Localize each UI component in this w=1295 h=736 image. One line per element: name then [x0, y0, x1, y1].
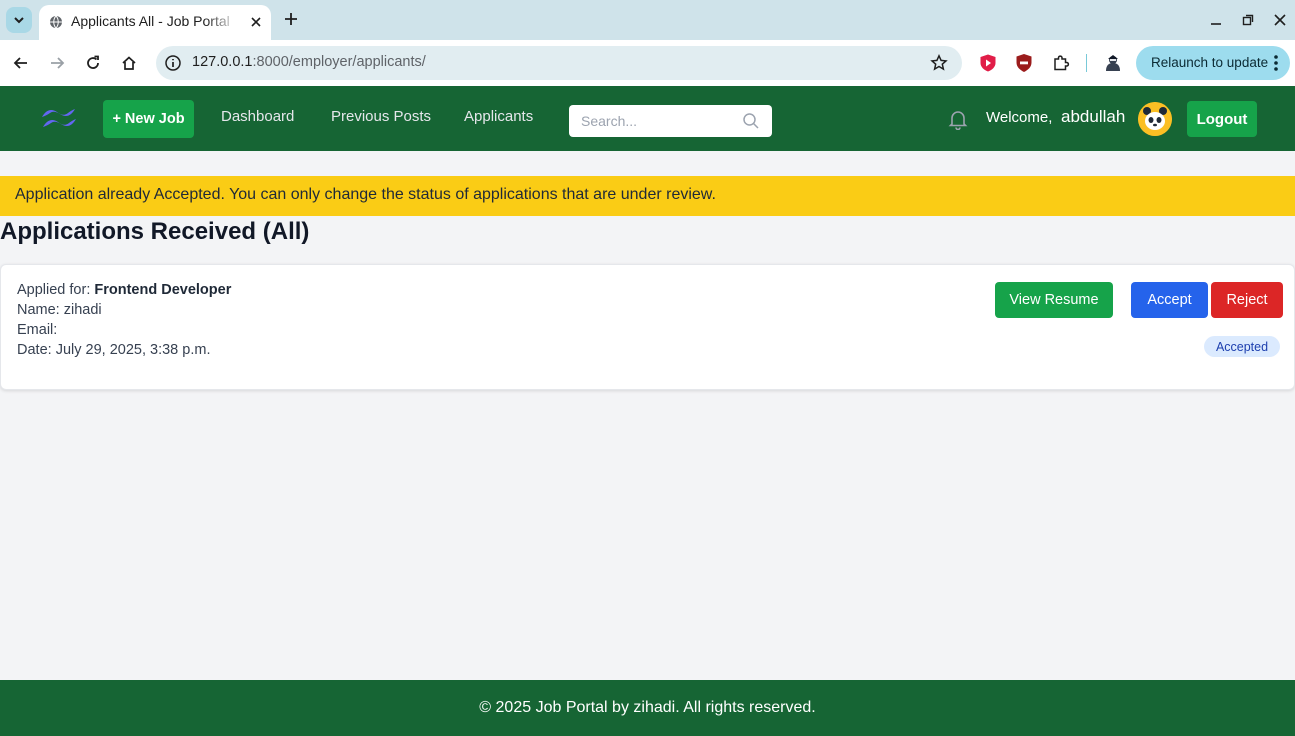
tab-title: Applicants All - Job Portal — [71, 13, 230, 29]
welcome-label: Welcome, — [986, 109, 1053, 126]
minimize-icon — [1211, 23, 1221, 25]
shield-play-icon — [980, 54, 996, 72]
plus-icon — [285, 13, 297, 25]
reject-button[interactable]: Reject — [1211, 282, 1283, 318]
url-text[interactable]: 127.0.0.1:8000/employer/applicants/ — [192, 54, 426, 70]
name-label: Name: — [17, 302, 60, 318]
chevron-down-icon — [14, 17, 24, 24]
applicant-name-line: Name: zihadi — [17, 302, 102, 318]
nav-link-dashboard[interactable]: Dashboard — [221, 108, 294, 125]
accept-button[interactable]: Accept — [1131, 282, 1208, 318]
back-arrow-icon — [13, 57, 27, 69]
active-tab[interactable]: Applicants All - Job Portal — [39, 5, 271, 40]
reload-icon — [87, 55, 99, 69]
logout-button[interactable]: Logout — [1187, 101, 1257, 137]
close-icon — [251, 17, 261, 27]
view-resume-button[interactable]: View Resume — [995, 282, 1113, 318]
adblock-extension-button[interactable] — [977, 52, 999, 74]
nav-link-applicants[interactable]: Applicants — [464, 108, 533, 125]
page-footer: © 2025 Job Portal by zihadi. All rights … — [0, 680, 1295, 736]
tab-search-button[interactable] — [6, 7, 32, 33]
home-button[interactable] — [117, 51, 141, 75]
applicant-name: zihadi — [63, 302, 102, 318]
back-button[interactable] — [9, 51, 33, 75]
window-close-button[interactable] — [1270, 10, 1290, 30]
new-tab-button[interactable] — [280, 8, 302, 30]
bell-icon[interactable] — [947, 108, 969, 130]
puzzle-icon — [1054, 55, 1070, 71]
shield-icon — [1016, 54, 1032, 72]
url-host: 127.0.0.1 — [192, 54, 253, 70]
application-date-line: Date: July 29, 2025, 3:38 p.m. — [17, 342, 210, 358]
reload-button[interactable] — [81, 51, 105, 75]
application-date: July 29, 2025, 3:38 p.m. — [55, 342, 211, 358]
browser-toolbar: 127.0.0.1:8000/employer/applicants/ Rela… — [0, 40, 1295, 86]
home-icon — [122, 56, 136, 70]
more-vert-icon — [1274, 55, 1278, 71]
star-icon[interactable] — [930, 54, 948, 72]
close-icon — [1274, 14, 1286, 26]
page-title: Applications Received (All) — [0, 218, 310, 245]
globe-icon — [50, 15, 62, 29]
privacy-extension-button[interactable] — [1013, 52, 1035, 74]
restore-button[interactable] — [1238, 10, 1258, 30]
date-label: Date: — [17, 342, 52, 358]
minimize-button[interactable] — [1206, 10, 1226, 30]
email-label: Email: — [17, 322, 58, 338]
username: abdullah — [1061, 107, 1126, 126]
profile-icon — [1106, 55, 1120, 71]
applied-for-line: Applied for: Frontend Developer — [17, 282, 231, 298]
status-alert: Application already Accepted. You can on… — [0, 176, 1295, 216]
job-title: Frontend Developer — [94, 282, 232, 298]
nav-link-previous-posts[interactable]: Previous Posts — [331, 108, 431, 125]
tailwind-logo-icon[interactable] — [40, 106, 78, 132]
search-input[interactable] — [569, 105, 739, 137]
applicant-email-line: Email: — [17, 322, 57, 338]
extensions-button[interactable] — [1050, 52, 1072, 74]
search-box — [569, 105, 772, 137]
profile-button[interactable] — [1102, 52, 1124, 74]
forward-button[interactable] — [45, 51, 69, 75]
restore-icon — [1242, 14, 1254, 26]
toolbar-separator — [1086, 54, 1087, 72]
relaunch-to-update-button[interactable]: Relaunch to update — [1136, 46, 1290, 80]
search-icon[interactable] — [742, 112, 760, 130]
app-navbar: + New Job Dashboard Previous Posts Appli… — [0, 86, 1295, 151]
avatar[interactable] — [1138, 102, 1172, 136]
relaunch-label: Relaunch to update — [1151, 55, 1269, 70]
info-icon[interactable] — [164, 54, 182, 72]
application-card: Applied for: Frontend Developer Name: zi… — [0, 264, 1295, 390]
url-path: :8000/employer/applicants/ — [252, 54, 426, 70]
address-bar[interactable]: 127.0.0.1:8000/employer/applicants/ — [156, 46, 962, 80]
applied-for-label: Applied for: — [17, 282, 91, 298]
status-badge: Accepted — [1204, 336, 1280, 357]
panda-avatar-icon — [1138, 102, 1172, 136]
new-job-button[interactable]: + New Job — [103, 100, 194, 138]
tab-close-button[interactable] — [247, 13, 265, 31]
browser-tab-bar: Applicants All - Job Portal — [0, 0, 1295, 40]
forward-arrow-icon — [51, 57, 65, 69]
